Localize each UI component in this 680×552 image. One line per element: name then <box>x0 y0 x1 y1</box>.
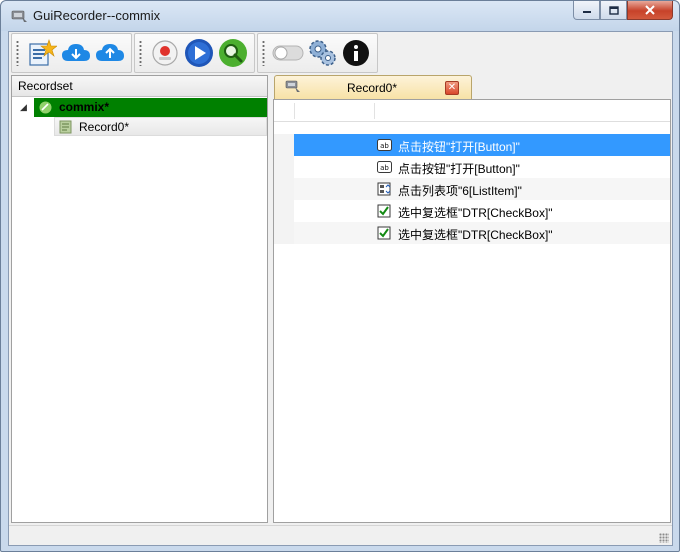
button-ab-icon: ab <box>377 161 392 173</box>
close-icon <box>645 5 655 15</box>
recorder-app-icon <box>11 10 27 22</box>
column-separator[interactable] <box>294 103 295 119</box>
step-description: 点击按钮"打开[Button]" <box>398 140 520 154</box>
title-bar[interactable]: GuiRecorder--commix <box>1 1 679 31</box>
step-row[interactable]: ab 点击按钮"打开[Button]" <box>274 134 670 156</box>
toolbar-group-options <box>257 33 378 73</box>
upload-cloud-icon <box>96 44 124 61</box>
download-button[interactable] <box>59 36 93 70</box>
project-node-icon <box>39 101 52 114</box>
toolbar-group-playback <box>134 33 255 73</box>
tab-close-button[interactable]: ✕ <box>445 81 459 95</box>
toolbar-group-file <box>11 33 132 73</box>
record-doc-icon <box>59 120 72 134</box>
play-button[interactable] <box>182 36 216 70</box>
tab-label: Record0* <box>347 81 398 95</box>
app-window: GuiRecorder--commix Recordset ◢ commix* … <box>0 0 680 552</box>
grid-header <box>274 100 670 122</box>
step-row[interactable]: 选中复选框"DTR[CheckBox]" <box>274 200 670 222</box>
toolbar-grip[interactable] <box>16 40 19 66</box>
recorder-tab-icon <box>285 80 300 92</box>
record-steps-grid: ab 点击按钮"打开[Button]" ab 点击按钮"打开[Button]" <box>273 99 671 523</box>
step-description: 选中复选框"DTR[CheckBox]" <box>398 206 553 220</box>
search-icon <box>219 39 247 67</box>
tree-node-project-label: commix* <box>59 100 110 114</box>
column-separator[interactable] <box>374 103 375 119</box>
minimize-button[interactable] <box>573 1 600 20</box>
info-icon <box>343 40 369 66</box>
play-icon <box>185 39 213 67</box>
search-button[interactable] <box>216 36 250 70</box>
maximize-icon <box>608 5 619 15</box>
recordset-header: Recordset <box>12 76 267 97</box>
step-description: 点击列表项"6[ListItem]" <box>398 184 522 198</box>
step-row[interactable]: 点击列表项"6[ListItem]" <box>274 178 670 200</box>
step-row[interactable]: ab 点击按钮"打开[Button]" <box>274 156 670 178</box>
tree-node-project-selection[interactable]: commix* <box>34 98 267 117</box>
row-header[interactable] <box>274 200 294 222</box>
svg-text:ab: ab <box>380 142 389 150</box>
row-header[interactable] <box>274 156 294 178</box>
status-bar <box>9 525 672 545</box>
record-button[interactable] <box>148 36 182 70</box>
checkbox-checked-icon <box>377 204 391 218</box>
download-cloud-icon <box>62 44 90 61</box>
upload-button[interactable] <box>93 36 127 70</box>
tree-node-project[interactable]: ◢ commix* <box>12 98 267 117</box>
resize-grip-icon[interactable] <box>659 533 669 543</box>
checkbox-checked-icon <box>377 226 391 240</box>
new-project-button[interactable] <box>25 36 59 70</box>
row-header[interactable] <box>274 222 294 244</box>
window-title: GuiRecorder--commix <box>33 8 161 23</box>
toggle-button[interactable] <box>271 36 305 70</box>
close-icon: ✕ <box>447 82 457 93</box>
recordset-panel: Recordset ◢ commix* Record0* <box>11 75 268 523</box>
toolbar-grip[interactable] <box>262 40 265 66</box>
tree-expand-icon[interactable]: ◢ <box>20 102 27 113</box>
settings-button[interactable] <box>305 36 339 70</box>
step-description: 点击按钮"打开[Button]" <box>398 162 520 176</box>
list-spin-icon <box>377 182 391 196</box>
new-project-icon <box>29 39 57 66</box>
toolbar-grip[interactable] <box>139 40 142 66</box>
settings-gears-icon <box>309 40 336 66</box>
close-button[interactable] <box>627 1 673 20</box>
step-row[interactable]: 选中复选框"DTR[CheckBox]" <box>274 222 670 244</box>
minimize-icon <box>582 11 591 13</box>
row-header[interactable] <box>274 178 294 200</box>
row-header[interactable] <box>274 134 294 156</box>
toolbar <box>11 33 380 73</box>
tree-node-record[interactable]: Record0* <box>54 117 267 136</box>
svg-text:ab: ab <box>380 164 389 172</box>
step-description: 选中复选框"DTR[CheckBox]" <box>398 228 553 242</box>
tree-node-record-label: Record0* <box>79 120 130 134</box>
maximize-button[interactable] <box>600 1 627 20</box>
tab-record0[interactable]: Record0* ✕ <box>274 75 472 99</box>
record-icon <box>152 40 178 66</box>
caption-buttons <box>573 1 673 21</box>
toggle-switch-icon <box>272 45 304 61</box>
button-ab-icon: ab <box>377 139 392 151</box>
info-button[interactable] <box>339 36 373 70</box>
client-area: Recordset ◢ commix* Record0* Record0* ✕ … <box>8 31 673 546</box>
